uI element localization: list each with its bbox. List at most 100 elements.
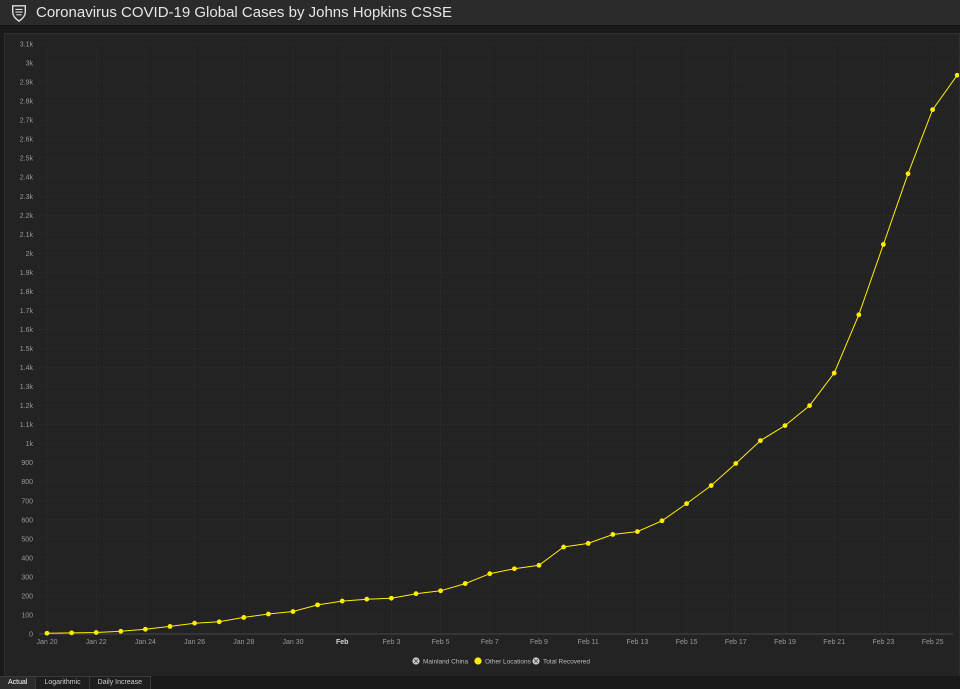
data-point[interactable] [364, 596, 370, 602]
y-tick-label: 1k [26, 441, 34, 448]
data-point[interactable] [930, 107, 935, 113]
data-point[interactable] [389, 595, 394, 601]
data-point[interactable] [315, 602, 320, 608]
y-tick-label: 1.9k [20, 270, 34, 277]
data-point[interactable] [585, 541, 591, 546]
data-point[interactable] [118, 628, 124, 634]
y-tick-label: 2.4k [20, 175, 34, 182]
y-tick-label: 600 [21, 517, 33, 524]
jhu-shield-logo [11, 4, 27, 22]
y-tick-label: 2.2k [20, 213, 34, 220]
tab-daily-increase[interactable]: Daily Increase [89, 676, 152, 689]
x-tick-label: Jan 30 [282, 639, 303, 646]
legend-item[interactable]: Other Locations [474, 657, 532, 665]
y-tick-label: 0 [29, 632, 33, 639]
data-point[interactable] [93, 630, 99, 635]
tab-actual[interactable]: Actual [0, 676, 37, 689]
cases-line-chart: 0 100 200 300 400 500 600 700 800 900 1k 1.1k 1.2k 1.… [20, 42, 959, 665]
x-tick-label: Feb 19 [774, 639, 796, 646]
data-point[interactable] [413, 591, 419, 597]
data-point[interactable] [856, 312, 862, 318]
x-tick-label: Feb 15 [676, 639, 698, 646]
x-tick-label: Feb 23 [873, 639, 895, 646]
x-tick-label: Feb 3 [382, 639, 400, 646]
x-tick-label: Feb 13 [627, 639, 649, 646]
y-tick-label: 200 [21, 593, 33, 600]
data-point[interactable] [561, 544, 566, 550]
data-point[interactable] [192, 620, 198, 626]
data-point[interactable] [807, 403, 812, 409]
data-point[interactable] [438, 588, 443, 594]
page-title: Coronavirus COVID-19 Global Cases by Joh… [36, 4, 453, 21]
x-tick-label: Feb [336, 639, 348, 646]
series-line [46, 74, 958, 634]
data-point[interactable] [635, 529, 640, 535]
data-point[interactable] [167, 623, 173, 629]
series-other-locations [44, 72, 959, 636]
y-tick-label: 1.5k [20, 346, 34, 353]
data-point[interactable] [905, 171, 911, 177]
legend-label: Other Locations [485, 658, 532, 665]
y-tick-label: 1.7k [20, 308, 34, 315]
tab-bar: Actual Logarithmic Daily Increase [0, 676, 960, 689]
data-point[interactable] [143, 626, 148, 632]
data-point[interactable] [536, 562, 542, 568]
y-tick-label: 2.1k [20, 232, 34, 239]
x-tick-label: Feb 25 [922, 639, 944, 646]
x-tick-label: Feb 11 [578, 639, 599, 646]
chart-grid [39, 43, 953, 635]
data-point[interactable] [831, 370, 837, 376]
data-point[interactable] [266, 611, 271, 617]
y-tick-label: 1.8k [20, 289, 34, 296]
data-point[interactable] [733, 461, 739, 466]
y-tick-label: 900 [21, 460, 33, 467]
data-point[interactable] [290, 609, 296, 614]
title-bar: Coronavirus COVID-19 Global Cases by Joh… [0, 0, 960, 26]
data-point[interactable] [241, 615, 247, 620]
x-tick-label: Feb 7 [481, 639, 499, 646]
data-point[interactable] [44, 630, 50, 636]
legend-item[interactable]: Mainland China [412, 657, 469, 665]
legend-label: Total Recovered [543, 658, 590, 665]
data-point[interactable] [462, 581, 468, 586]
data-point[interactable] [881, 242, 886, 247]
y-tick-label: 3.1k [20, 42, 34, 49]
x-tick-label: Feb 17 [725, 639, 747, 646]
y-tick-label: 1.4k [20, 365, 34, 372]
x-tick-label: Feb 5 [432, 639, 450, 646]
y-tick-label: 2.6k [20, 137, 34, 144]
data-point[interactable] [216, 619, 222, 625]
data-point[interactable] [512, 566, 517, 572]
y-tick-label: 2.8k [20, 99, 34, 106]
y-tick-label: 1.1k [20, 422, 34, 429]
data-point[interactable] [758, 438, 763, 444]
y-tick-label: 3k [26, 61, 34, 68]
data-point[interactable] [708, 483, 714, 488]
x-tick-label: Jan 28 [233, 639, 254, 646]
y-tick-label: 2.3k [20, 194, 34, 201]
y-tick-label: 300 [21, 574, 33, 581]
legend-label: Mainland China [423, 658, 469, 665]
x-tick-label: Jan 22 [86, 639, 107, 646]
chart-panel: 0 100 200 300 400 500 600 700 800 900 1k 1.1k 1.2k 1.… [4, 33, 960, 677]
y-tick-label: 2k [26, 251, 34, 258]
tab-logarithmic[interactable]: Logarithmic [36, 676, 90, 689]
data-point[interactable] [69, 630, 74, 636]
x-tick-label: Jan 20 [36, 639, 57, 646]
y-tick-label: 100 [21, 612, 33, 619]
data-point[interactable] [782, 423, 788, 428]
data-point[interactable] [659, 518, 665, 524]
data-point[interactable] [339, 598, 345, 604]
y-tick-label: 2.7k [20, 118, 34, 125]
x-tick-label: Jan 24 [135, 639, 156, 646]
data-point[interactable] [610, 532, 616, 537]
data-point[interactable] [684, 501, 689, 507]
legend-item[interactable]: Total Recovered [532, 657, 590, 665]
y-tick-label: 500 [21, 536, 33, 543]
chart-legend: Mainland China Other Locations Total Recov… [412, 657, 590, 665]
y-tick-label: 400 [21, 555, 33, 562]
y-axis: 0 100 200 300 400 500 600 700 800 900 1k 1.1k 1.2k 1.… [20, 42, 34, 639]
y-tick-label: 700 [21, 498, 33, 505]
x-tick-label: Feb 9 [530, 639, 548, 646]
data-point[interactable] [487, 571, 493, 577]
